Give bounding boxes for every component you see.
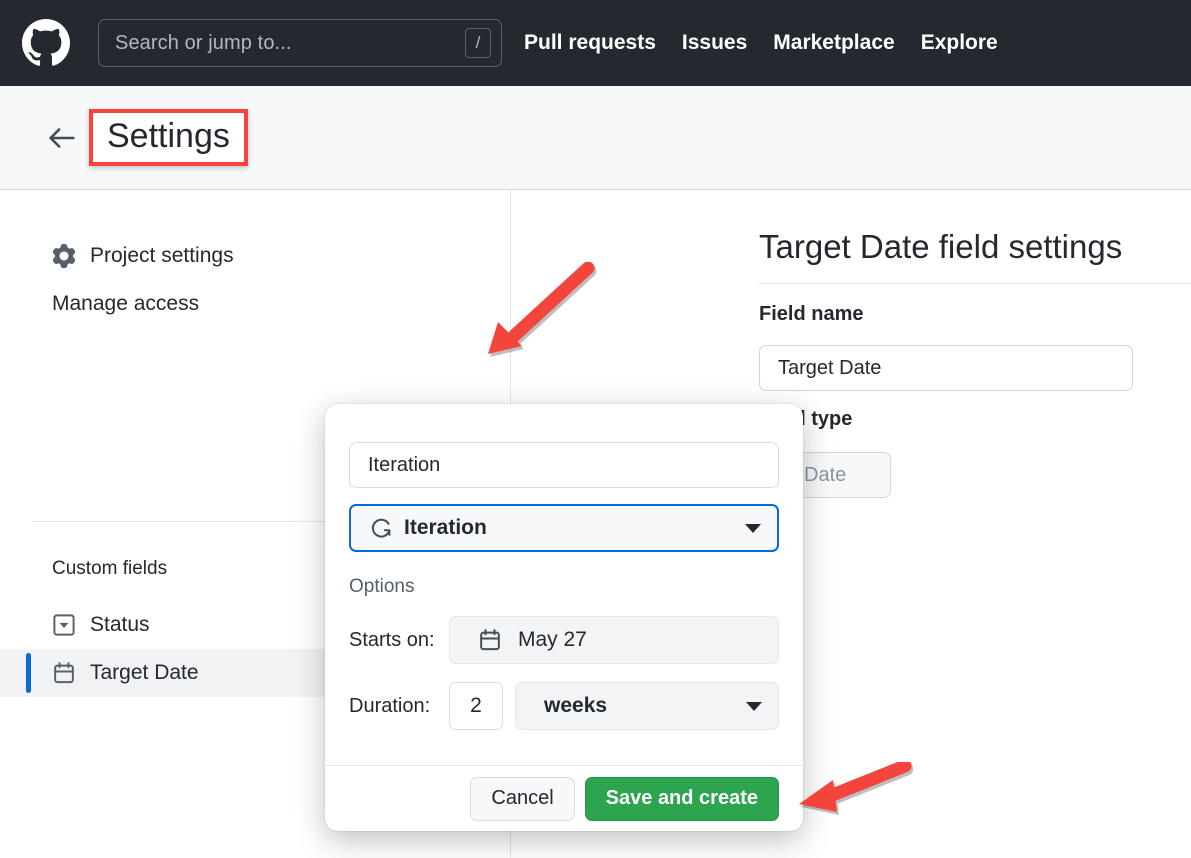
starts-on-label: Starts on: bbox=[349, 628, 435, 651]
selected-indicator bbox=[26, 653, 31, 693]
page-root: Search or jump to... / Pull requests Iss… bbox=[0, 0, 1191, 858]
search-placeholder: Search or jump to... bbox=[115, 31, 292, 54]
global-nav: Pull requests Issues Marketplace Explore bbox=[524, 31, 998, 55]
iteration-icon bbox=[371, 518, 391, 538]
calendar-icon bbox=[54, 662, 74, 684]
starts-on-row: Starts on: May 27 bbox=[349, 616, 779, 664]
sidebar-item-label: Manage access bbox=[52, 292, 200, 315]
starts-on-value: May 27 bbox=[518, 628, 587, 651]
duration-unit-select[interactable]: weeks bbox=[515, 682, 779, 730]
field-type-value: Date bbox=[804, 463, 847, 486]
sidebar-item-project-settings[interactable]: Project settings bbox=[0, 232, 478, 280]
cancel-button[interactable]: Cancel bbox=[470, 776, 575, 821]
duration-unit-value: weeks bbox=[544, 694, 608, 717]
panel-rule bbox=[759, 283, 1191, 284]
chevron-down-icon bbox=[746, 701, 762, 711]
nav-item-pull-requests[interactable]: Pull requests bbox=[524, 31, 656, 55]
field-name-input[interactable]: Target Date bbox=[759, 345, 1133, 391]
sidebar-item-label: Project settings bbox=[90, 244, 234, 267]
panel-title: Target Date field settings bbox=[759, 228, 1123, 265]
page-title: Settings bbox=[107, 117, 230, 156]
search-shortcut-badge: / bbox=[465, 28, 491, 58]
arrow-left-icon[interactable] bbox=[45, 121, 79, 155]
sidebar-item-manage-access[interactable]: Manage access bbox=[0, 280, 478, 328]
nav-item-marketplace[interactable]: Marketplace bbox=[773, 31, 894, 55]
nav-item-issues[interactable]: Issues bbox=[682, 31, 747, 55]
github-global-header: Search or jump to... / Pull requests Iss… bbox=[0, 0, 1191, 86]
custom-fields-label: Custom fields bbox=[52, 558, 168, 579]
duration-number-input[interactable]: 2 bbox=[449, 682, 503, 730]
duration-value: 2 bbox=[470, 694, 482, 717]
new-field-dialog: Iteration Iteration Options Starts on: M… bbox=[325, 404, 803, 831]
dialog-field-type-select[interactable]: Iteration bbox=[349, 504, 779, 552]
gear-icon bbox=[52, 244, 76, 268]
dialog-footer: Cancel Save and create bbox=[325, 765, 803, 831]
settings-subheader: Settings bbox=[0, 86, 1191, 190]
save-and-create-button[interactable]: Save and create bbox=[584, 776, 779, 821]
options-label: Options bbox=[349, 576, 415, 597]
nav-item-explore[interactable]: Explore bbox=[921, 31, 998, 55]
dialog-field-name-value: Iteration bbox=[368, 453, 441, 476]
starts-on-date-picker[interactable]: May 27 bbox=[449, 616, 779, 664]
chevron-down-icon bbox=[745, 523, 761, 533]
settings-title-annotation: Settings bbox=[89, 109, 248, 166]
dialog-field-type-value: Iteration bbox=[404, 516, 487, 539]
search-input[interactable]: Search or jump to... / bbox=[98, 19, 502, 67]
duration-label: Duration: bbox=[349, 694, 431, 717]
single-select-icon bbox=[53, 614, 75, 636]
github-mark-icon[interactable] bbox=[22, 19, 70, 67]
calendar-icon bbox=[480, 629, 500, 651]
duration-row: Duration: 2 weeks bbox=[349, 682, 779, 730]
field-name-label: Field name bbox=[759, 303, 864, 325]
dialog-body: Iteration Iteration Options Starts on: M… bbox=[325, 404, 803, 730]
field-name-value: Target Date bbox=[778, 356, 882, 379]
dialog-field-name-input[interactable]: Iteration bbox=[349, 442, 779, 488]
